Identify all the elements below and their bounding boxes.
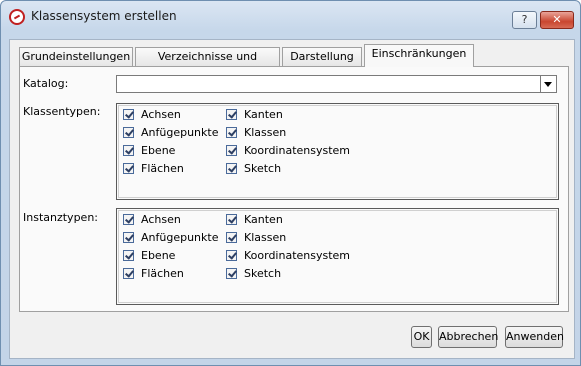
kt-checkbox-ebene[interactable]: Ebene	[123, 142, 175, 158]
katalog-combobox[interactable]	[116, 75, 557, 93]
dialog-client: Grundeinstellungen Verzeichnisse und Dat…	[9, 39, 575, 359]
apply-button[interactable]: Anwenden	[505, 326, 564, 348]
katalog-label: Katalog:	[23, 77, 69, 90]
checkbox-icon[interactable]	[123, 126, 134, 138]
it-checkbox-ebene[interactable]: Ebene	[123, 247, 175, 263]
tab-panel: Katalog: Klassentypen: Achsen Anfügepunk…	[19, 66, 569, 312]
checkbox-icon[interactable]	[226, 162, 237, 174]
it-checkbox-koordinatensystem[interactable]: Koordinatensystem	[226, 247, 350, 263]
klassentypen-group: Achsen Anfügepunkte Ebene Flächen Kanten…	[116, 103, 559, 200]
checkbox-icon[interactable]	[123, 231, 134, 243]
kt-checkbox-kanten[interactable]: Kanten	[226, 106, 283, 122]
checkbox-icon[interactable]	[123, 249, 134, 261]
cancel-button[interactable]: Abbrechen	[438, 326, 498, 348]
close-button[interactable]: ✕	[540, 11, 574, 29]
checkbox-icon[interactable]	[226, 126, 237, 138]
kt-checkbox-anfuegepunkte[interactable]: Anfügepunkte	[123, 124, 218, 140]
checkbox-icon[interactable]	[226, 249, 237, 261]
chevron-down-icon[interactable]	[540, 76, 556, 92]
tab-einschraenkungen[interactable]: Einschränkungen	[364, 44, 474, 67]
it-checkbox-kanten[interactable]: Kanten	[226, 211, 283, 227]
kt-checkbox-sketch[interactable]: Sketch	[226, 160, 281, 176]
checkbox-icon[interactable]	[226, 231, 237, 243]
it-checkbox-klassen[interactable]: Klassen	[226, 229, 286, 245]
instanztypen-label: Instanztypen:	[23, 211, 98, 224]
checkbox-icon[interactable]	[123, 267, 134, 279]
instanztypen-group: Achsen Anfügepunkte Ebene Flächen Kanten…	[116, 208, 559, 305]
checkbox-icon[interactable]	[123, 162, 134, 174]
checkbox-icon[interactable]	[123, 108, 134, 120]
dialog-window: Klassensystem erstellen ? ✕ Grundeinstel…	[0, 0, 581, 366]
help-button[interactable]: ?	[512, 11, 537, 29]
checkbox-icon[interactable]	[226, 108, 237, 120]
klassentypen-label: Klassentypen:	[23, 105, 101, 118]
it-checkbox-flaechen[interactable]: Flächen	[123, 265, 184, 281]
checkbox-icon[interactable]	[226, 267, 237, 279]
checkbox-icon[interactable]	[226, 213, 237, 225]
it-checkbox-sketch[interactable]: Sketch	[226, 265, 281, 281]
tab-verzeichnisse[interactable]: Verzeichnisse und Dateien	[135, 47, 280, 81]
kt-checkbox-koordinatensystem[interactable]: Koordinatensystem	[226, 142, 350, 158]
ok-button[interactable]: OK	[411, 326, 432, 348]
kt-checkbox-klassen[interactable]: Klassen	[226, 124, 286, 140]
kt-checkbox-achsen[interactable]: Achsen	[123, 106, 181, 122]
app-icon	[9, 9, 25, 25]
it-checkbox-achsen[interactable]: Achsen	[123, 211, 181, 227]
checkbox-icon[interactable]	[123, 213, 134, 225]
kt-checkbox-flaechen[interactable]: Flächen	[123, 160, 184, 176]
window-title: Klassensystem erstellen	[31, 9, 177, 23]
checkbox-icon[interactable]	[123, 144, 134, 156]
tab-grundeinstellungen[interactable]: Grundeinstellungen	[19, 47, 133, 66]
title-bar: Klassensystem erstellen ? ✕	[1, 1, 580, 31]
it-checkbox-anfuegepunkte[interactable]: Anfügepunkte	[123, 229, 218, 245]
tab-darstellung[interactable]: Darstellung	[282, 47, 362, 66]
checkbox-icon[interactable]	[226, 144, 237, 156]
